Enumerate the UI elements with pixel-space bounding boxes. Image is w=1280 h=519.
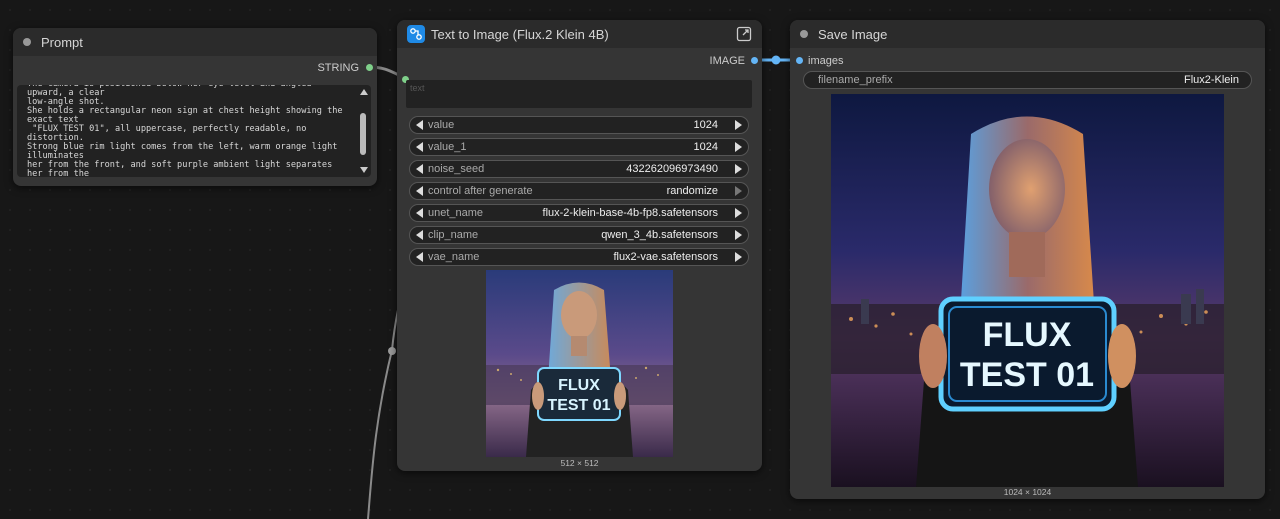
saved-sign-line2: TEST 01 [960,356,1094,394]
prompt-textarea[interactable]: The camera is positioned below her eye l… [17,85,371,177]
t2i-node-title: Text to Image (Flux.2 Klein 4B) [431,26,609,42]
scroll-down-icon[interactable] [360,167,368,173]
widget-value: Flux2-Klein [1183,74,1239,86]
previous-option-icon[interactable] [416,252,423,262]
save-image-node[interactable]: Save Image images filename_prefix Flux2-… [790,20,1265,499]
clip-name-widget[interactable]: clip_name qwen_3_4b.safetensors [409,226,749,244]
expand-icon[interactable] [736,26,752,42]
widget-name: filename_prefix [818,74,893,86]
collapse-dot-icon[interactable] [23,38,31,46]
wire-reroute-dot [388,347,396,355]
image-output-label: IMAGE [709,55,745,67]
preview-size-label: 512 × 512 [560,458,599,468]
value-widget[interactable]: value 1024 [409,116,749,134]
widget-name: noise_seed [428,163,485,175]
widget-name: unet_name [428,207,484,219]
filename-prefix-widget[interactable]: filename_prefix Flux2-Klein [803,71,1252,89]
preview-sign-line1: FLUX [558,377,600,394]
prompt-scrollbar[interactable] [357,85,369,177]
scroll-thumb[interactable] [360,113,366,155]
save-node-title: Save Image [818,26,888,42]
saved-image-size-label: 1024 × 1024 [1003,487,1052,497]
next-option-icon[interactable] [735,186,742,196]
next-option-icon[interactable] [735,208,742,218]
prompt-text: The camera is positioned below her eye l… [27,85,343,177]
images-input-label: images [808,55,844,67]
preview-image[interactable]: FLUX TEST 01 [486,270,673,457]
widget-value: qwen_3_4b.safetensors [601,229,718,241]
widget-value: randomize [666,185,718,197]
text-to-image-node[interactable]: Text to Image (Flux.2 Klein 4B) IMAGE te… [397,20,762,471]
text-input-field[interactable]: text [406,80,752,108]
save-node-header[interactable]: Save Image [790,20,1265,48]
previous-option-icon[interactable] [416,230,423,240]
background-link-wire [367,349,393,519]
collapse-dot-icon[interactable] [800,30,808,38]
image-output-slot[interactable] [751,57,758,64]
string-output-label: STRING [317,62,359,74]
increment-icon[interactable] [735,164,742,174]
text-input-placeholder: text [410,83,425,93]
increment-icon[interactable] [735,142,742,152]
decrement-icon[interactable] [416,164,423,174]
saved-image[interactable]: FLUX TEST 01 [831,94,1224,487]
next-option-icon[interactable] [735,252,742,262]
subgraph-icon [407,25,425,43]
widget-name: clip_name [428,229,479,241]
saved-sign-line1: FLUX [983,316,1072,354]
t2i-node-header[interactable]: Text to Image (Flux.2 Klein 4B) [397,20,762,48]
widget-value: flux-2-klein-base-4b-fp8.safetensors [542,207,718,219]
vae-name-widget[interactable]: vae_name flux2-vae.safetensors [409,248,749,266]
control-after-generate-widget[interactable]: control after generate randomize [409,182,749,200]
widget-value: 1024 [693,141,718,153]
decrement-icon[interactable] [416,142,423,152]
prompt-node[interactable]: Prompt STRING The camera is positioned b… [13,28,377,186]
decrement-icon[interactable] [416,120,423,130]
preview-sign-line2: TEST 01 [547,397,610,414]
prompt-node-title: Prompt [41,34,83,50]
widget-value: 1024 [693,119,718,131]
string-output-slot[interactable] [366,64,373,71]
prompt-node-header[interactable]: Prompt [13,28,377,56]
widget-name: value_1 [428,141,467,153]
widget-value: 432262096973490 [626,163,718,175]
widget-name: vae_name [428,251,480,263]
previous-option-icon[interactable] [416,208,423,218]
unet-name-widget[interactable]: unet_name flux-2-klein-base-4b-fp8.safet… [409,204,749,222]
image-link-midpoint [771,55,781,65]
noise-seed-widget[interactable]: noise_seed 432262096973490 [409,160,749,178]
widget-name: control after generate [428,185,533,197]
previous-option-icon[interactable] [416,186,423,196]
widget-name: value [428,119,455,131]
next-option-icon[interactable] [735,230,742,240]
value-1-widget[interactable]: value_1 1024 [409,138,749,156]
increment-icon[interactable] [735,120,742,130]
scroll-up-icon[interactable] [360,89,368,95]
images-input-slot[interactable] [796,57,803,64]
widget-value: flux2-vae.safetensors [613,251,718,263]
